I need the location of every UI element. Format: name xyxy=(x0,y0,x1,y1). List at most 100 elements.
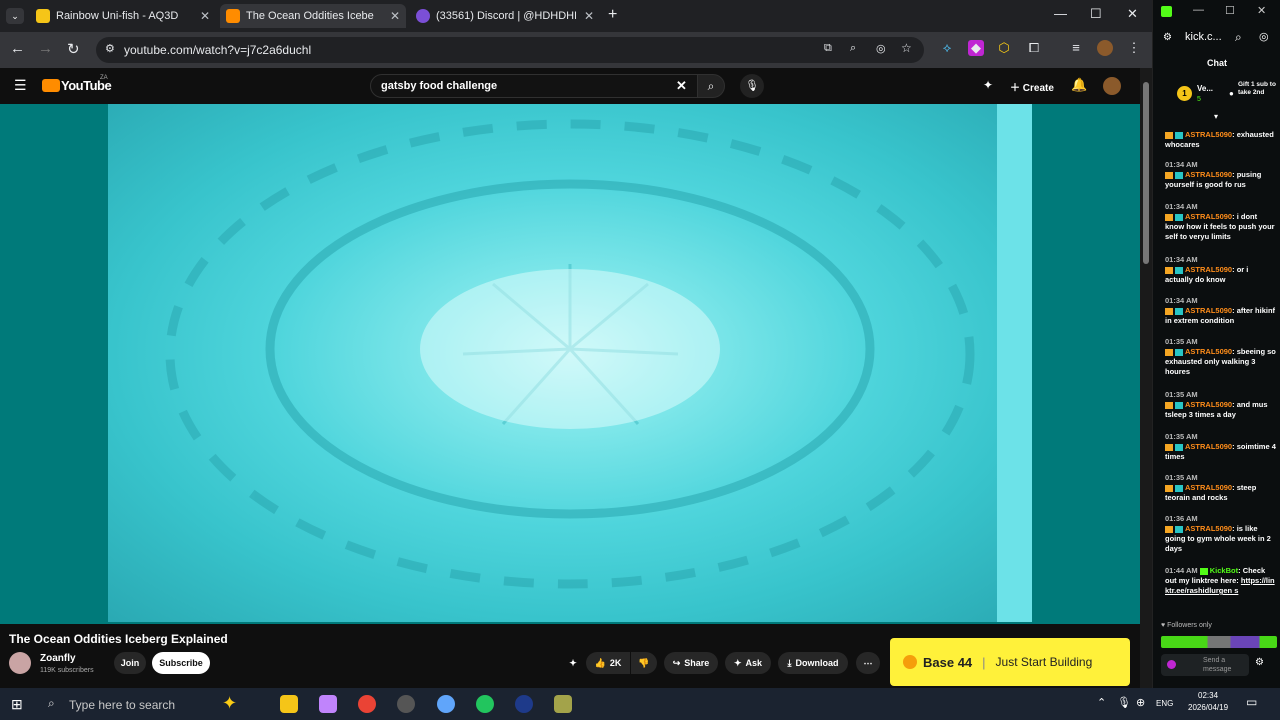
page-scrollbar[interactable] xyxy=(1140,68,1152,688)
badge-icon xyxy=(1175,307,1183,315)
search-input[interactable]: gatsby food challenge ✕ xyxy=(370,74,698,98)
chat-username[interactable]: ASTRAL5090 xyxy=(1185,265,1232,274)
close-icon[interactable]: ✕ xyxy=(200,9,210,23)
search-icon: ⌕ xyxy=(48,696,55,710)
minimize-icon[interactable]: — xyxy=(1054,6,1067,21)
network-icon[interactable]: ⊕ xyxy=(1136,696,1145,709)
clock-date[interactable]: 2026/04/19 xyxy=(1188,703,1228,712)
chat-time: 01:35 AM xyxy=(1165,337,1198,346)
tab-discord[interactable]: (33561) Discord | @HDHDHDH ✕ xyxy=(410,4,600,28)
chat-username[interactable]: ASTRAL5090 xyxy=(1185,212,1232,221)
copilot-icon[interactable] xyxy=(319,695,337,713)
clear-search-icon[interactable]: ✕ xyxy=(676,75,687,97)
site-info-icon[interactable]: ⚙ xyxy=(1163,32,1172,43)
microphone-icon[interactable]: 🎙 xyxy=(1117,696,1131,709)
back-icon[interactable]: ← xyxy=(10,40,25,57)
ad-tagline: Just Start Building xyxy=(995,655,1093,669)
eye-off-icon[interactable]: ◎ xyxy=(876,42,886,55)
voice-search-button[interactable]: 🎙 xyxy=(740,74,764,98)
minimize-icon[interactable]: — xyxy=(1193,4,1204,16)
close-icon[interactable]: ✕ xyxy=(390,9,400,23)
pufferfish-sand-circle xyxy=(165,119,975,589)
scrollbar-thumb[interactable] xyxy=(1143,82,1149,264)
forward-icon[interactable]: → xyxy=(38,40,53,57)
join-button[interactable]: Join xyxy=(114,652,146,674)
chat-input[interactable]: Send a message xyxy=(1161,654,1249,676)
like-button[interactable]: 👍 2K xyxy=(586,652,630,674)
steam-icon[interactable] xyxy=(515,695,533,713)
zoom-icon[interactable]: ⌕ xyxy=(850,42,856,55)
clock-time[interactable]: 02:34 xyxy=(1198,691,1218,700)
ad-banner[interactable]: Base 44 | Just Start Building xyxy=(890,638,1130,686)
taskbar-search-input[interactable]: Type here to search xyxy=(69,698,175,712)
notifications-icon[interactable]: ▭ xyxy=(1246,695,1257,709)
app-icon[interactable] xyxy=(397,695,415,713)
hamburger-icon[interactable]: ☰ xyxy=(14,77,27,94)
close-window-icon[interactable]: ✕ xyxy=(1257,4,1266,17)
chat-username[interactable]: ASTRAL5090 xyxy=(1185,306,1232,315)
youtube-logo-icon[interactable] xyxy=(42,79,60,92)
chat-username[interactable]: ASTRAL5090 xyxy=(1185,347,1232,356)
ai-summary-button[interactable]: ✦ xyxy=(562,652,584,674)
account-avatar[interactable] xyxy=(1103,77,1121,95)
media-control-icon[interactable]: ≡ xyxy=(1068,40,1084,56)
create-button[interactable]: ＋ Create xyxy=(1010,79,1054,94)
badge-icon xyxy=(1165,348,1173,356)
profile-avatar-icon[interactable] xyxy=(1097,40,1113,56)
chat-username[interactable]: ASTRAL5090 xyxy=(1185,483,1232,492)
paint-icon[interactable] xyxy=(437,695,455,713)
new-tab-button[interactable]: + xyxy=(608,6,617,24)
ai-sparkle-icon[interactable]: ✦ xyxy=(983,78,993,92)
channel-avatar[interactable] xyxy=(9,652,31,674)
youtube-header: ☰ YouTube ZA gatsby food challenge ✕ ⌕ 🎙… xyxy=(0,68,1140,104)
chat-username[interactable]: ASTRAL5090 xyxy=(1185,442,1232,451)
subscribe-button[interactable]: Subscribe xyxy=(152,652,210,674)
chat-username[interactable]: ASTRAL5090 xyxy=(1185,524,1232,533)
tray-chevron-icon[interactable]: ⌃ xyxy=(1097,696,1106,709)
chrome-icon[interactable] xyxy=(358,695,376,713)
chat-message: 01:34 AM ASTRAL5090: after hikinf in extr… xyxy=(1165,296,1276,325)
video-frame[interactable] xyxy=(108,104,1032,622)
zoom-icon[interactable]: ⌕ xyxy=(1235,30,1242,45)
extension-icon[interactable]: ⬡ xyxy=(996,40,1012,56)
notifications-bell-icon[interactable]: 🔔 xyxy=(1071,77,1087,93)
more-actions-button[interactable]: ⋯ xyxy=(856,652,880,674)
reload-icon[interactable]: ↻ xyxy=(67,40,80,58)
chat-username[interactable]: ASTRAL5090 xyxy=(1185,130,1232,139)
chat-settings-icon[interactable]: ⚙ xyxy=(1255,657,1264,668)
extension-icon[interactable]: ⟡ xyxy=(939,40,955,56)
maximize-icon[interactable]: ☐ xyxy=(1225,4,1235,17)
menu-icon[interactable]: ⋮ xyxy=(1126,40,1142,56)
bookmark-star-icon[interactable]: ☆ xyxy=(901,41,912,55)
chat-title: Chat xyxy=(1207,58,1227,68)
extensions-puzzle-icon[interactable]: ⧠ xyxy=(1026,40,1042,56)
address-bar[interactable]: ⚙ youtube.com/watch?v=j7c2a6duchl ⧉ ⌕ ◎ … xyxy=(96,37,924,63)
share-button[interactable]: ↪ Share xyxy=(664,652,718,674)
game-icon[interactable] xyxy=(554,695,572,713)
download-button[interactable]: ⤓ Download xyxy=(778,652,848,674)
windows-start-icon[interactable]: ⊞ xyxy=(11,696,23,713)
tab-search-button[interactable]: ⌄ xyxy=(6,8,24,24)
video-player[interactable] xyxy=(0,104,1140,624)
install-icon[interactable]: ⧉ xyxy=(824,42,832,55)
chat-username[interactable]: KickBot xyxy=(1210,566,1238,575)
channel-name[interactable]: Zoanfly xyxy=(40,653,76,664)
language-indicator[interactable]: ENG xyxy=(1156,699,1173,708)
tab-youtube[interactable]: The Ocean Oddities Iceberg ✕ xyxy=(220,4,406,28)
file-explorer-icon[interactable] xyxy=(280,695,298,713)
site-info-icon[interactable]: ⚙ xyxy=(105,42,115,55)
eye-off-icon[interactable]: ◎ xyxy=(1259,30,1269,43)
chat-username[interactable]: ASTRAL5090 xyxy=(1185,170,1232,179)
badge-icon xyxy=(1165,307,1173,315)
tab-aq3d[interactable]: Rainbow Uni-fish - AQ3D ✕ xyxy=(30,4,216,28)
extension-icon[interactable]: ◆ xyxy=(968,40,984,56)
ask-button[interactable]: ✦ Ask xyxy=(725,652,771,674)
chat-username[interactable]: ASTRAL5090 xyxy=(1185,400,1232,409)
dislike-button[interactable]: 👎 xyxy=(631,652,657,674)
chevron-down-icon[interactable]: ▾ xyxy=(1214,112,1218,121)
maximize-icon[interactable]: ☐ xyxy=(1090,6,1102,22)
close-window-icon[interactable]: ✕ xyxy=(1127,6,1138,22)
close-icon[interactable]: ✕ xyxy=(584,9,594,23)
chrome-profile-icon[interactable] xyxy=(476,695,494,713)
search-button[interactable]: ⌕ xyxy=(697,74,725,98)
